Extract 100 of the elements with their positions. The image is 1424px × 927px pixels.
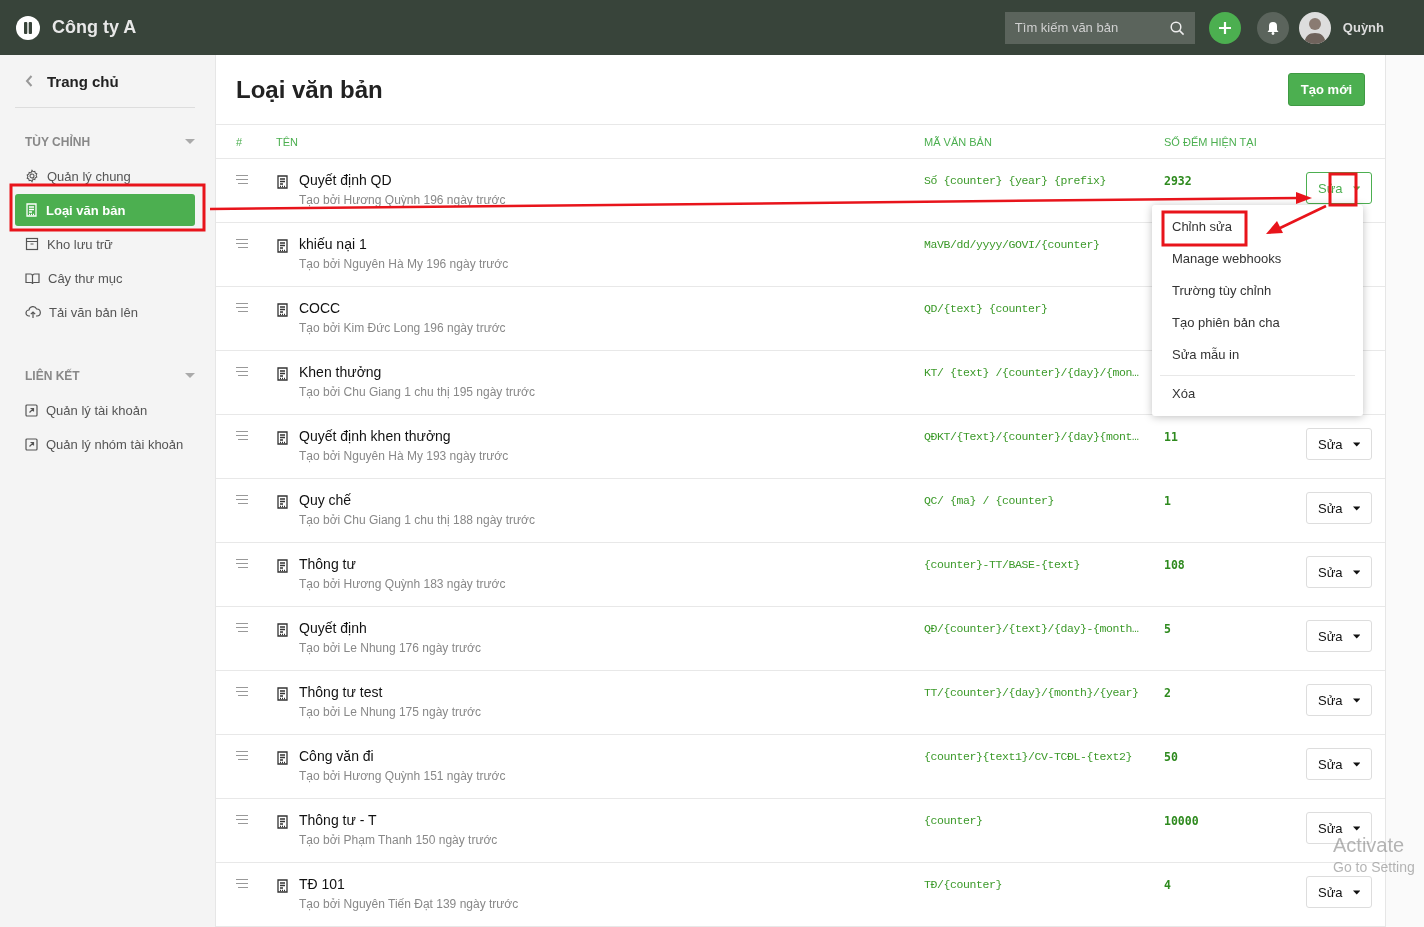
book-icon bbox=[25, 271, 40, 285]
edit-dropdown-button[interactable]: Sửa bbox=[1306, 556, 1372, 588]
edit-dropdown-button[interactable]: Sửa bbox=[1306, 492, 1372, 524]
document-icon bbox=[276, 495, 289, 509]
document-type-name[interactable]: Quyết định bbox=[299, 620, 481, 636]
drag-handle-icon[interactable] bbox=[236, 175, 248, 184]
sidebar-item[interactable]: Tải văn bản lên bbox=[15, 296, 195, 328]
sidebar-item[interactable]: Quản lý chung bbox=[15, 160, 195, 192]
caret-icon bbox=[185, 373, 195, 379]
drag-handle-icon[interactable] bbox=[236, 367, 248, 376]
gear-icon bbox=[25, 169, 39, 183]
counter-value: 11 bbox=[1164, 430, 1179, 444]
document-type-name[interactable]: Quyết định QD bbox=[299, 172, 506, 188]
counter-value: 5 bbox=[1164, 622, 1172, 636]
drag-handle-icon[interactable] bbox=[236, 239, 248, 248]
drag-handle-icon[interactable] bbox=[236, 303, 248, 312]
menu-item[interactable]: Sửa mẫu in bbox=[1152, 339, 1363, 371]
document-type-name[interactable]: Quyết định khen thưởng bbox=[299, 428, 509, 444]
document-icon bbox=[276, 559, 289, 573]
edit-dropdown-button[interactable]: Sửa bbox=[1306, 876, 1372, 908]
code-pattern: Số {counter} {year} {prefix} bbox=[924, 174, 1108, 187]
page-title: Loại văn bản bbox=[236, 75, 383, 104]
document-icon bbox=[276, 687, 289, 701]
created-by-text: Tạo bởi Le Nhung 176 ngày trước bbox=[299, 641, 481, 655]
caret-icon bbox=[1352, 825, 1360, 831]
caret-icon bbox=[1352, 505, 1360, 511]
document-type-name[interactable]: COCC bbox=[299, 300, 506, 316]
document-type-name[interactable]: Thông tư bbox=[299, 556, 506, 572]
document-type-name[interactable]: Thông tư test bbox=[299, 684, 481, 700]
plus-icon bbox=[1218, 21, 1231, 34]
notification-button[interactable] bbox=[1256, 11, 1289, 44]
document-icon bbox=[276, 239, 289, 253]
drag-handle-icon[interactable] bbox=[236, 559, 248, 568]
code-pattern: MaVB/dd/yyyy/GOVI/{counter} bbox=[924, 238, 1101, 251]
code-pattern: QĐ/{counter}/{text}/{day}-{month… bbox=[924, 622, 1140, 635]
code-pattern: QC/ {ma} / {counter} bbox=[924, 494, 1056, 507]
code-pattern: QD/{text} {counter} bbox=[924, 302, 1049, 315]
edit-dropdown-button[interactable]: Sửa bbox=[1306, 748, 1372, 780]
menu-item[interactable]: Manage webhooks bbox=[1152, 243, 1363, 275]
code-pattern: {counter}{text1}/CV-TCĐL-{text2} bbox=[924, 750, 1134, 763]
created-by-text: Tạo bởi Nguyên Hà My 193 ngày trước bbox=[299, 449, 509, 463]
document-type-name[interactable]: TĐ 101 bbox=[299, 876, 519, 892]
sidebar-item[interactable]: Cây thư mục bbox=[15, 262, 195, 294]
edit-dropdown-button[interactable]: Sửa bbox=[1306, 684, 1372, 716]
document-type-name[interactable]: khiếu nại 1 bbox=[299, 236, 509, 252]
sidebar-item[interactable]: Quản lý tài khoản bbox=[15, 394, 195, 426]
document-type-name[interactable]: Thông tư - T bbox=[299, 812, 498, 828]
edit-dropdown-button[interactable]: Sửa bbox=[1306, 620, 1372, 652]
bell-icon bbox=[1266, 20, 1279, 35]
add-button[interactable] bbox=[1208, 11, 1241, 44]
counter-value: 2932 bbox=[1164, 174, 1193, 188]
column-header: TÊN bbox=[276, 135, 299, 148]
drag-handle-icon[interactable] bbox=[236, 815, 248, 824]
drag-handle-icon[interactable] bbox=[236, 879, 248, 888]
home-link[interactable]: Trang chủ bbox=[15, 55, 195, 108]
caret-icon bbox=[1352, 889, 1360, 895]
code-pattern: TĐ/{counter} bbox=[924, 878, 1003, 891]
search-icon bbox=[1169, 20, 1185, 36]
document-icon bbox=[276, 175, 289, 189]
code-pattern: TT/{counter}/{day}/{month}/{year} bbox=[924, 686, 1140, 699]
sidebar-item[interactable]: Kho lưu trữ bbox=[15, 228, 195, 260]
counter-value: 10000 bbox=[1164, 814, 1200, 828]
created-by-text: Tạo bởi Chu Giang 1 chu thị 195 ngày trước bbox=[299, 385, 535, 399]
caret-icon bbox=[185, 139, 195, 145]
menu-item[interactable]: Xóa bbox=[1152, 378, 1363, 410]
drag-handle-icon[interactable] bbox=[236, 751, 248, 760]
drag-handle-icon[interactable] bbox=[236, 495, 248, 504]
created-by-text: Tạo bởi Le Nhung 175 ngày trước bbox=[299, 705, 481, 719]
menu-item[interactable]: Chỉnh sửa bbox=[1152, 211, 1363, 243]
caret-icon bbox=[1352, 697, 1360, 703]
search-field[interactable]: Tìm kiếm văn bản bbox=[1004, 11, 1195, 44]
cloud-upload-icon bbox=[25, 305, 41, 319]
menu-item[interactable]: Trường tùy chỉnh bbox=[1152, 275, 1363, 307]
drag-handle-icon[interactable] bbox=[236, 687, 248, 696]
code-pattern: {counter} bbox=[924, 814, 984, 827]
drag-handle-icon[interactable] bbox=[236, 431, 248, 440]
caret-icon bbox=[1352, 441, 1360, 447]
edit-dropdown-button[interactable]: Sửa bbox=[1306, 428, 1372, 460]
user-avatar[interactable] bbox=[1298, 11, 1331, 44]
code-pattern: {counter}-TT/BASE-{text} bbox=[924, 558, 1082, 571]
external-link-icon bbox=[25, 403, 38, 417]
document-icon bbox=[276, 879, 289, 893]
document-type-name[interactable]: Khen thưởng bbox=[299, 364, 535, 380]
counter-value: 50 bbox=[1164, 750, 1179, 764]
drag-handle-icon[interactable] bbox=[236, 623, 248, 632]
created-by-text: Tạo bởi Hương Quỳnh 183 ngày trước bbox=[299, 577, 506, 591]
document-type-name[interactable]: Công văn đi bbox=[299, 748, 506, 764]
caret-icon bbox=[1352, 761, 1360, 767]
created-by-text: Tạo bởi Nguyên Tiến Đạt 139 ngày trước bbox=[299, 897, 519, 911]
user-name[interactable]: Quỳnh bbox=[1342, 20, 1384, 35]
company-name: Công ty A bbox=[52, 17, 138, 38]
created-by-text: Tạo bởi Kim Đức Long 196 ngày trước bbox=[299, 321, 506, 335]
menu-item[interactable]: Tạo phiên bản cha bbox=[1152, 307, 1363, 339]
column-header: MÃ VĂN BẢN bbox=[924, 135, 993, 148]
sidebar-item[interactable]: Quản lý nhóm tài khoản bbox=[15, 428, 195, 460]
document-type-name[interactable]: Quy chế bbox=[299, 492, 535, 508]
counter-value: 2 bbox=[1164, 686, 1172, 700]
caret-icon bbox=[1352, 185, 1360, 191]
created-by-text: Tạo bởi Phạm Thanh 150 ngày trước bbox=[299, 833, 498, 847]
document-icon bbox=[276, 431, 289, 445]
